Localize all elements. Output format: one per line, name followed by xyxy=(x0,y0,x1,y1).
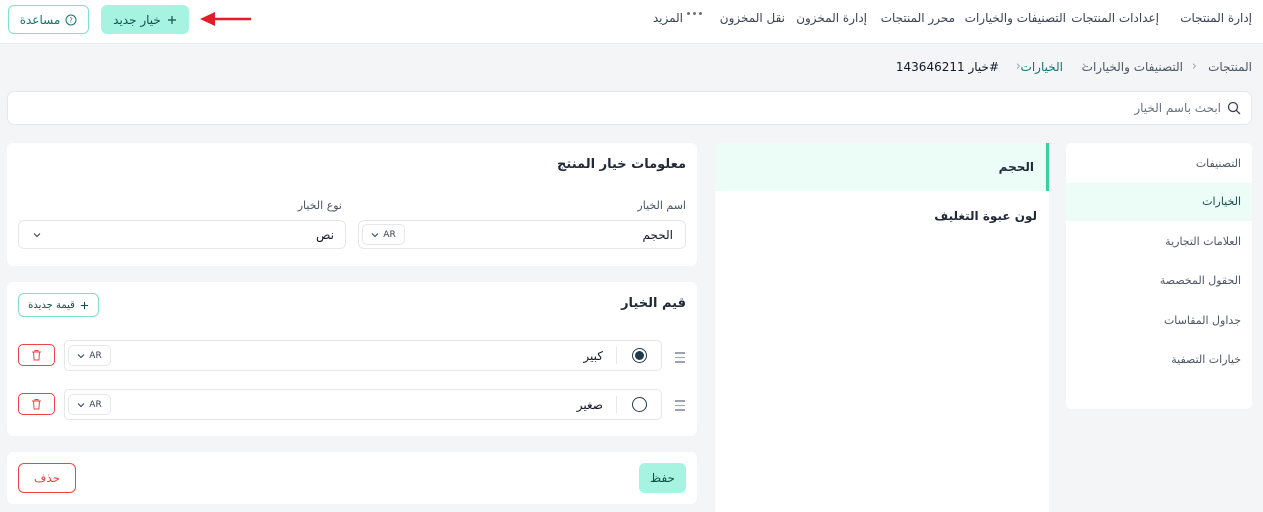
value-row: صغير AR xyxy=(64,389,662,420)
option-name-size: الحجم xyxy=(998,160,1034,174)
nav-more[interactable]: المزيد xyxy=(653,11,683,25)
option-info-card: معلومات خيار المنتج اسم الخيار الحجم AR … xyxy=(7,143,697,266)
language-code: AR xyxy=(89,350,102,361)
breadcrumb-categories-options[interactable]: التصنيفات والخيارات xyxy=(1082,60,1183,74)
sidebar-item-custom-fields[interactable]: الحقول المخصصة xyxy=(1066,262,1252,300)
help-button[interactable]: مساعدة ? xyxy=(8,5,89,34)
sidebar-item-filter-options[interactable]: خيارات التصفية xyxy=(1066,341,1252,379)
nav-categories-options[interactable]: التصنيفات والخيارات xyxy=(965,11,1066,25)
trash-icon xyxy=(31,398,42,410)
default-radio[interactable] xyxy=(632,397,647,412)
breadcrumb-options[interactable]: الخيارات xyxy=(1021,60,1063,74)
drag-handle-icon[interactable] xyxy=(675,400,685,411)
chevron-left-icon: › xyxy=(1191,59,1197,74)
actions-bar: حفظ حذف xyxy=(7,452,697,504)
new-option-label: خيار جديد xyxy=(113,12,161,27)
drag-handle-icon[interactable] xyxy=(675,352,685,363)
list-item-active[interactable]: الحجم xyxy=(715,143,1049,191)
sidebar-item-brands[interactable]: العلامات التجارية xyxy=(1066,223,1252,261)
sidebar-item-options[interactable]: الخيارات xyxy=(1066,183,1252,221)
language-select[interactable]: AR xyxy=(68,345,111,366)
option-type-value: نص xyxy=(315,228,334,242)
nav-products-settings[interactable]: إعدادات المنتجات xyxy=(1071,11,1159,25)
help-label: مساعدة xyxy=(19,12,61,27)
add-value-label: قيمة جديدة xyxy=(28,299,75,311)
plus-icon xyxy=(80,301,89,310)
value-row: كبير AR xyxy=(64,340,662,371)
language-select[interactable]: AR xyxy=(362,224,405,245)
divider xyxy=(616,396,617,413)
nav-inventory-transfer[interactable]: نقل المخزون xyxy=(720,11,785,25)
nav-inventory-management[interactable]: إدارة المخزون xyxy=(796,11,867,25)
plus-icon xyxy=(167,15,177,25)
add-value-button[interactable]: قيمة جديدة xyxy=(18,293,99,317)
card-title: قيم الخيار xyxy=(621,296,686,311)
language-code: AR xyxy=(89,399,102,410)
option-values-card: قيم الخيار قيمة جديدة كبير AR صغير AR xyxy=(7,282,697,436)
delete-button[interactable]: حذف xyxy=(18,463,76,493)
sidebar-item-categories[interactable]: التصنيفات xyxy=(1066,145,1252,183)
option-name-label: اسم الخيار xyxy=(637,199,686,212)
option-name-field[interactable]: الحجم AR xyxy=(358,220,686,249)
breadcrumb-products[interactable]: المنتجات xyxy=(1208,60,1252,74)
chevron-left-icon: › xyxy=(1081,59,1087,74)
settings-sidebar: التصنيفات الخيارات العلامات التجارية الح… xyxy=(1066,143,1252,409)
option-type-select[interactable]: نص xyxy=(18,220,346,249)
delete-value-button[interactable] xyxy=(18,393,55,415)
option-name-value: الحجم xyxy=(642,228,673,242)
nav-product-editor[interactable]: محرر المنتجات xyxy=(881,11,955,25)
nav-products-management[interactable]: إدارة المنتجات xyxy=(1180,11,1252,25)
value-text-field[interactable]: كبير xyxy=(583,349,603,363)
option-type-label: نوع الخيار xyxy=(297,199,342,212)
chevron-left-icon: › xyxy=(1015,59,1021,74)
options-list: الحجم لون عبوة التغليف xyxy=(715,143,1049,512)
save-button[interactable]: حفظ xyxy=(639,463,686,493)
language-select[interactable]: AR xyxy=(68,394,111,415)
search-input[interactable]: ابحث باسم الخيار xyxy=(7,91,1252,125)
language-code: AR xyxy=(383,229,396,240)
divider xyxy=(616,347,617,364)
card-title: معلومات خيار المنتج xyxy=(557,157,686,172)
breadcrumb-current-option: خيار 143646211# xyxy=(895,60,999,74)
value-text-field[interactable]: صغير xyxy=(577,398,603,412)
top-bar: مساعدة ? خيار جديد إدارة المنتجات إعدادا… xyxy=(0,0,1263,44)
default-radio[interactable] xyxy=(632,348,647,363)
question-circle-icon: ? xyxy=(65,14,77,26)
search-icon xyxy=(1227,101,1241,115)
delete-value-button[interactable] xyxy=(18,344,55,366)
search-placeholder: ابحث باسم الخيار xyxy=(1134,101,1221,115)
svg-text:?: ? xyxy=(69,16,73,24)
new-option-button[interactable]: خيار جديد xyxy=(101,5,189,34)
chevron-down-icon xyxy=(371,232,379,238)
more-dots-icon xyxy=(687,12,702,15)
list-item[interactable]: لون عبوة التغليف xyxy=(715,195,1049,235)
chevron-down-icon xyxy=(77,402,85,408)
chevron-down-icon xyxy=(33,232,41,238)
trash-icon xyxy=(31,349,42,361)
annotation-arrow-icon xyxy=(198,9,252,29)
option-name-packaging-color: لون عبوة التغليف xyxy=(934,209,1037,223)
chevron-down-icon xyxy=(77,353,85,359)
sidebar-item-size-charts[interactable]: جداول المقاسات xyxy=(1066,302,1252,340)
